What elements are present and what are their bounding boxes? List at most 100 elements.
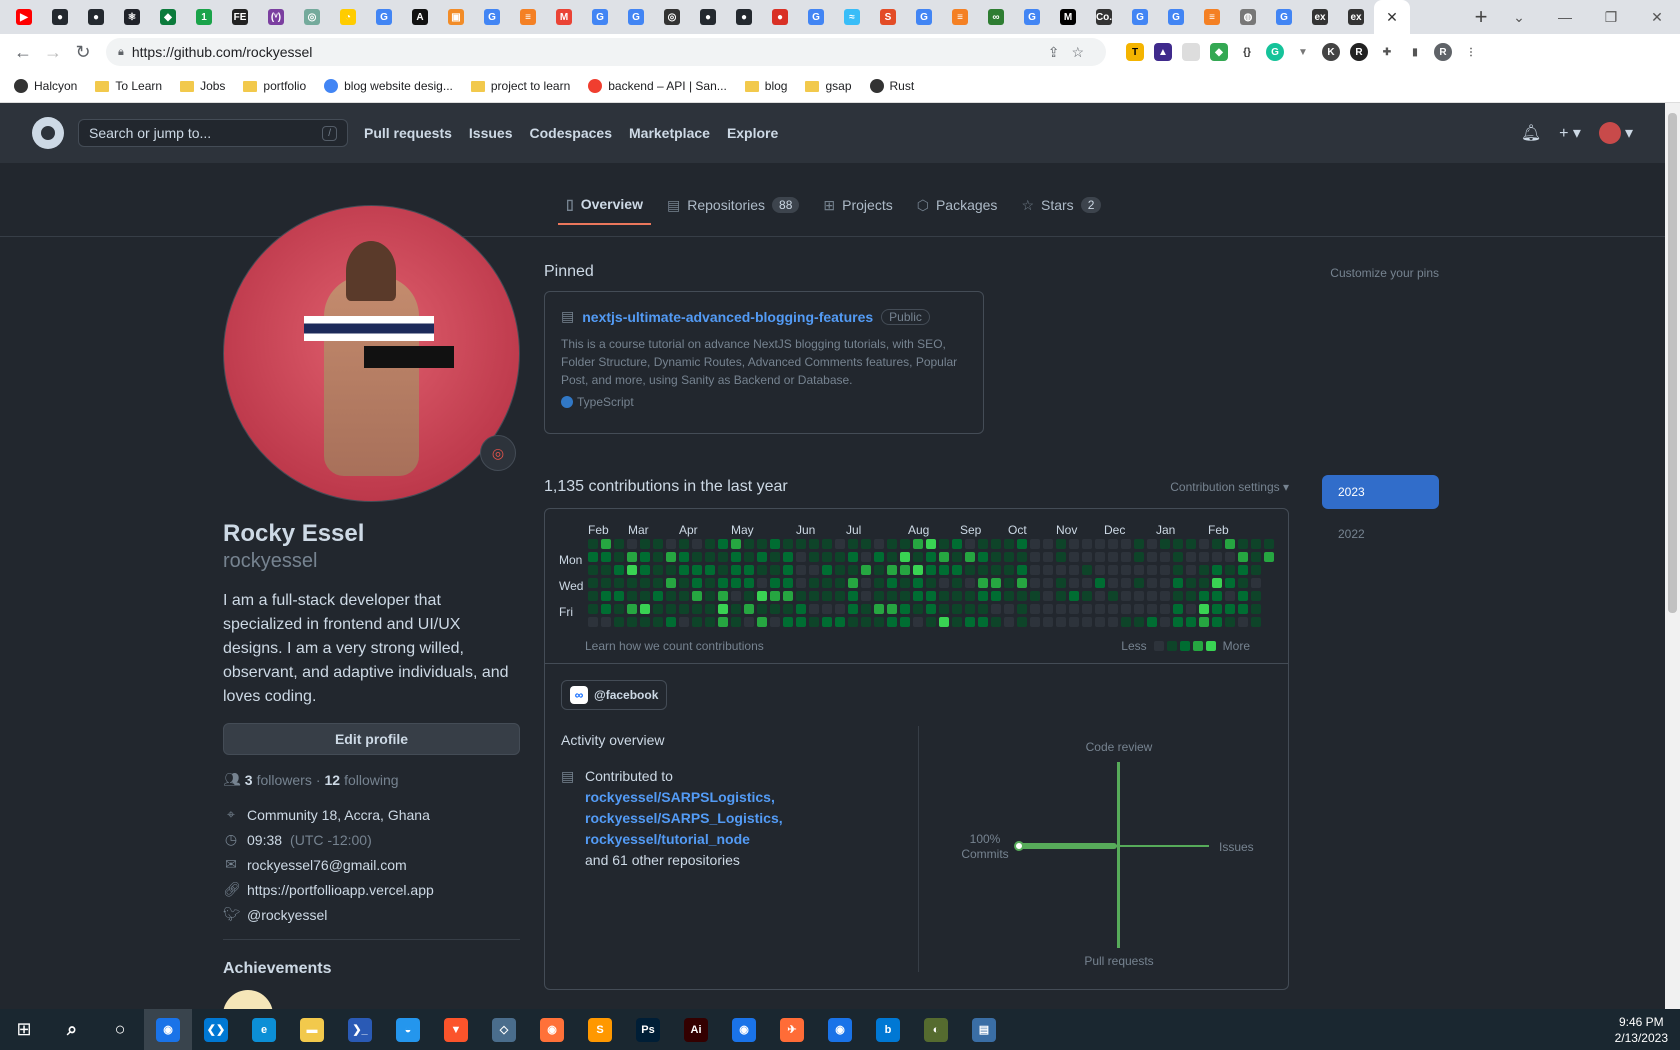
contribution-cell[interactable] [1108, 604, 1118, 614]
contribution-cell[interactable] [861, 539, 871, 549]
contribution-cell[interactable] [640, 565, 650, 575]
taskbar-app[interactable]: S [576, 1009, 624, 1050]
contribution-cell[interactable] [1069, 591, 1079, 601]
contribution-cell[interactable] [653, 617, 663, 627]
contribution-cell[interactable] [1004, 617, 1014, 627]
contribution-cell[interactable] [1043, 565, 1053, 575]
contribution-cell[interactable] [965, 552, 975, 562]
github-logo-icon[interactable] [32, 117, 64, 149]
contribution-cell[interactable] [1199, 552, 1209, 562]
browser-tab[interactable]: M [1050, 0, 1086, 34]
puzzle-icon[interactable]: ✚ [1378, 43, 1396, 61]
contribution-cell[interactable] [939, 591, 949, 601]
browser-tab[interactable]: Co. [1086, 0, 1122, 34]
contribution-cell[interactable] [1056, 591, 1066, 601]
contribution-cell[interactable] [601, 552, 611, 562]
contribution-cell[interactable] [809, 552, 819, 562]
taskbar-app[interactable]: Ai [672, 1009, 720, 1050]
profile-avatar[interactable]: R [1434, 43, 1452, 61]
contribution-cell[interactable] [757, 539, 767, 549]
achievement-badge[interactable] [223, 990, 273, 1009]
contribution-cell[interactable] [952, 617, 962, 627]
contribution-cell[interactable] [1212, 539, 1222, 549]
contribution-cell[interactable] [744, 578, 754, 588]
contribution-cell[interactable] [1147, 578, 1157, 588]
browser-tab-active[interactable]: ✕ [1374, 0, 1410, 34]
contribution-cell[interactable] [1056, 565, 1066, 575]
contribution-cell[interactable] [939, 552, 949, 562]
nav-link[interactable]: Issues [469, 125, 513, 141]
address-bar[interactable]: 🔒︎ https://github.com/rockyessel ⇪ ☆ [106, 38, 1106, 66]
contribution-cell[interactable] [1186, 604, 1196, 614]
contribution-cell[interactable] [1043, 539, 1053, 549]
contribution-cell[interactable] [809, 565, 819, 575]
contribution-cell[interactable] [1082, 539, 1092, 549]
contribution-cell[interactable] [978, 565, 988, 575]
contribution-cell[interactable] [1121, 552, 1131, 562]
contribution-cell[interactable] [1251, 539, 1261, 549]
following-label[interactable]: following [344, 772, 398, 788]
contribution-cell[interactable] [1043, 578, 1053, 588]
contribution-cell[interactable] [809, 617, 819, 627]
browser-tab[interactable]: ● [726, 0, 762, 34]
contribution-cell[interactable] [1030, 565, 1040, 575]
contribution-cell[interactable] [1095, 604, 1105, 614]
contribution-cell[interactable] [887, 604, 897, 614]
contribution-cell[interactable] [1108, 552, 1118, 562]
taskbar-app[interactable]: e [240, 1009, 288, 1050]
contribution-cell[interactable] [809, 604, 819, 614]
grammarly-icon[interactable]: G [1266, 43, 1284, 61]
minimize-button[interactable]: — [1542, 0, 1588, 34]
contribution-cell[interactable] [822, 552, 832, 562]
org-badge[interactable]: ∞ @facebook [561, 680, 668, 710]
contribution-cell[interactable] [640, 604, 650, 614]
contribution-cell[interactable] [965, 565, 975, 575]
contribution-cell[interactable] [1095, 565, 1105, 575]
contribution-cell[interactable] [1160, 591, 1170, 601]
contribution-cell[interactable] [1186, 539, 1196, 549]
browser-tab[interactable]: M [546, 0, 582, 34]
contribution-cell[interactable] [1056, 617, 1066, 627]
contribution-cell[interactable] [861, 552, 871, 562]
contribution-cell[interactable] [913, 578, 923, 588]
contribution-cell[interactable] [757, 552, 767, 562]
contribution-cell[interactable] [744, 591, 754, 601]
contribution-cell[interactable] [965, 591, 975, 601]
browser-tab[interactable]: ∞ [978, 0, 1014, 34]
contribution-cell[interactable] [887, 591, 897, 601]
contribution-cell[interactable] [848, 552, 858, 562]
contribution-cell[interactable] [1264, 552, 1274, 562]
contribution-cell[interactable] [1134, 591, 1144, 601]
contribution-cell[interactable] [1134, 565, 1144, 575]
contribution-cell[interactable] [926, 578, 936, 588]
taskbar-app[interactable]: ❯_ [336, 1009, 384, 1050]
contribution-cell[interactable] [731, 604, 741, 614]
contribution-cell[interactable] [1082, 617, 1092, 627]
reload-button[interactable]: ↻ [68, 37, 98, 67]
contribution-cell[interactable] [848, 539, 858, 549]
contribution-cell[interactable] [1056, 539, 1066, 549]
contribution-cell[interactable] [1082, 552, 1092, 562]
bookmark-item[interactable]: portfolio [243, 79, 306, 93]
contribution-cell[interactable] [835, 591, 845, 601]
contribution-cell[interactable] [1121, 565, 1131, 575]
contribution-cell[interactable] [861, 591, 871, 601]
contribution-cell[interactable] [783, 578, 793, 588]
contribution-cell[interactable] [705, 604, 715, 614]
contribution-cell[interactable] [913, 604, 923, 614]
browser-tab[interactable]: ◎ [294, 0, 330, 34]
contribution-cell[interactable] [744, 539, 754, 549]
contribution-cell[interactable] [913, 552, 923, 562]
customize-pins-link[interactable]: Customize your pins [1330, 266, 1439, 280]
bell-icon[interactable]: 🔔︎ [1521, 123, 1541, 143]
contribution-cell[interactable] [1030, 591, 1040, 601]
followers-count[interactable]: 3 [245, 772, 253, 788]
taskbar-app[interactable]: ◐ [912, 1009, 960, 1050]
contribution-cell[interactable] [1186, 565, 1196, 575]
browser-tab[interactable]: ● [78, 0, 114, 34]
contribution-cell[interactable] [887, 578, 897, 588]
contribution-cell[interactable] [1186, 591, 1196, 601]
contribution-cell[interactable] [1251, 604, 1261, 614]
extension-json-icon[interactable]: {} [1238, 43, 1256, 61]
bookmark-item[interactable]: Halcyon [14, 79, 77, 93]
